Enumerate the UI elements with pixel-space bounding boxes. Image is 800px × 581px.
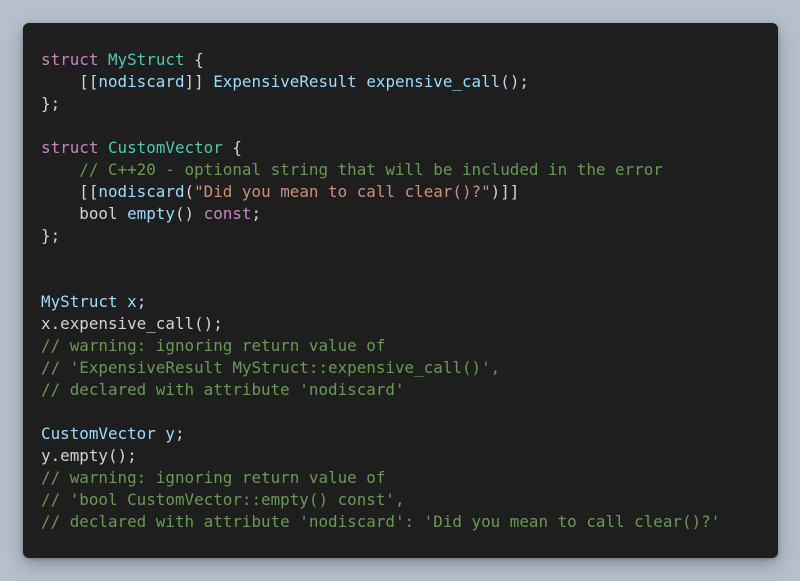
code-line: MyStruct x; (41, 291, 778, 313)
code-line: struct CustomVector { (41, 137, 778, 159)
code-token-plain: ; (174, 424, 185, 443)
code-token-plain: (); (500, 72, 529, 91)
code-token-comment: // 'bool CustomVector::empty() const', (41, 490, 405, 509)
code-token-identifier: empty (127, 204, 175, 223)
code-token-plain: ; (251, 204, 262, 223)
code-token-type: MyStruct (107, 50, 185, 69)
code-token-plain: x.expensive_call(); (41, 314, 223, 333)
code-line: // warning: ignoring return value of (41, 335, 778, 357)
code-token-identifier: y (165, 424, 175, 443)
code-token-identifier: x (127, 292, 137, 311)
code-token-identifier: nodiscard (98, 72, 185, 91)
code-window: struct MyStruct { [[nodiscard]] Expensiv… (23, 23, 778, 558)
code-token-plain: { (184, 50, 204, 69)
code-token-comment: // warning: ignoring return value of (41, 468, 386, 487)
code-token-comment: // declared with attribute 'nodiscard' (41, 380, 405, 399)
code-line: bool empty() const; (41, 203, 778, 225)
code-token-identifier: ExpensiveResult (213, 72, 357, 91)
code-line: struct MyStruct { (41, 49, 778, 71)
code-token-type: CustomVector (107, 138, 223, 157)
code-token-identifier: CustomVector (41, 424, 156, 443)
code-token-plain: ; (136, 292, 147, 311)
code-line: // C++20 - optional string that will be … (41, 159, 778, 181)
code-token-plain: )]] (490, 182, 520, 201)
code-token-plain: bool (41, 204, 128, 223)
code-line: [[nodiscard]] ExpensiveResult expensive_… (41, 71, 778, 93)
code-token-plain: y.empty(); (41, 446, 137, 465)
code-line: }; (41, 93, 778, 115)
code-line: CustomVector y; (41, 423, 778, 445)
code-token-keyword: const (203, 204, 252, 223)
code-token-comment: // warning: ignoring return value of (41, 336, 386, 355)
code-block: struct MyStruct { [[nodiscard]] Expensiv… (41, 49, 778, 533)
code-token-plain: [[ (41, 72, 99, 91)
code-token-keyword: struct (41, 138, 99, 157)
code-token-plain: }; (41, 94, 61, 113)
code-line: // declared with attribute 'nodiscard' (41, 379, 778, 401)
code-line: // warning: ignoring return value of (41, 467, 778, 489)
code-token-comment: // C++20 - optional string that will be … (41, 160, 663, 179)
code-token-keyword: struct (41, 50, 99, 69)
code-token-comment: // declared with attribute 'nodiscard': … (41, 512, 721, 531)
code-token-plain: [[ (41, 182, 99, 201)
code-line: // 'ExpensiveResult MyStruct::expensive_… (41, 357, 778, 379)
code-token-plain: ( (184, 182, 195, 201)
code-token-plain: ]] (184, 72, 214, 91)
code-token-identifier: expensive_call (366, 72, 501, 91)
code-token-plain: () (174, 204, 204, 223)
code-token-string: "Did you mean to call clear()?" (194, 182, 491, 201)
code-token-plain: }; (41, 226, 61, 245)
code-line: y.empty(); (41, 445, 778, 467)
code-token-plain: { (222, 138, 242, 157)
code-line: [[nodiscard("Did you mean to call clear(… (41, 181, 778, 203)
code-token-comment: // 'ExpensiveResult MyStruct::expensive_… (41, 358, 501, 377)
code-line: // declared with attribute 'nodiscard': … (41, 511, 778, 533)
code-line: x.expensive_call(); (41, 313, 778, 335)
code-token-identifier: MyStruct (41, 292, 118, 311)
code-line: }; (41, 225, 778, 247)
code-line: // 'bool CustomVector::empty() const', (41, 489, 778, 511)
code-token-identifier: nodiscard (98, 182, 185, 201)
